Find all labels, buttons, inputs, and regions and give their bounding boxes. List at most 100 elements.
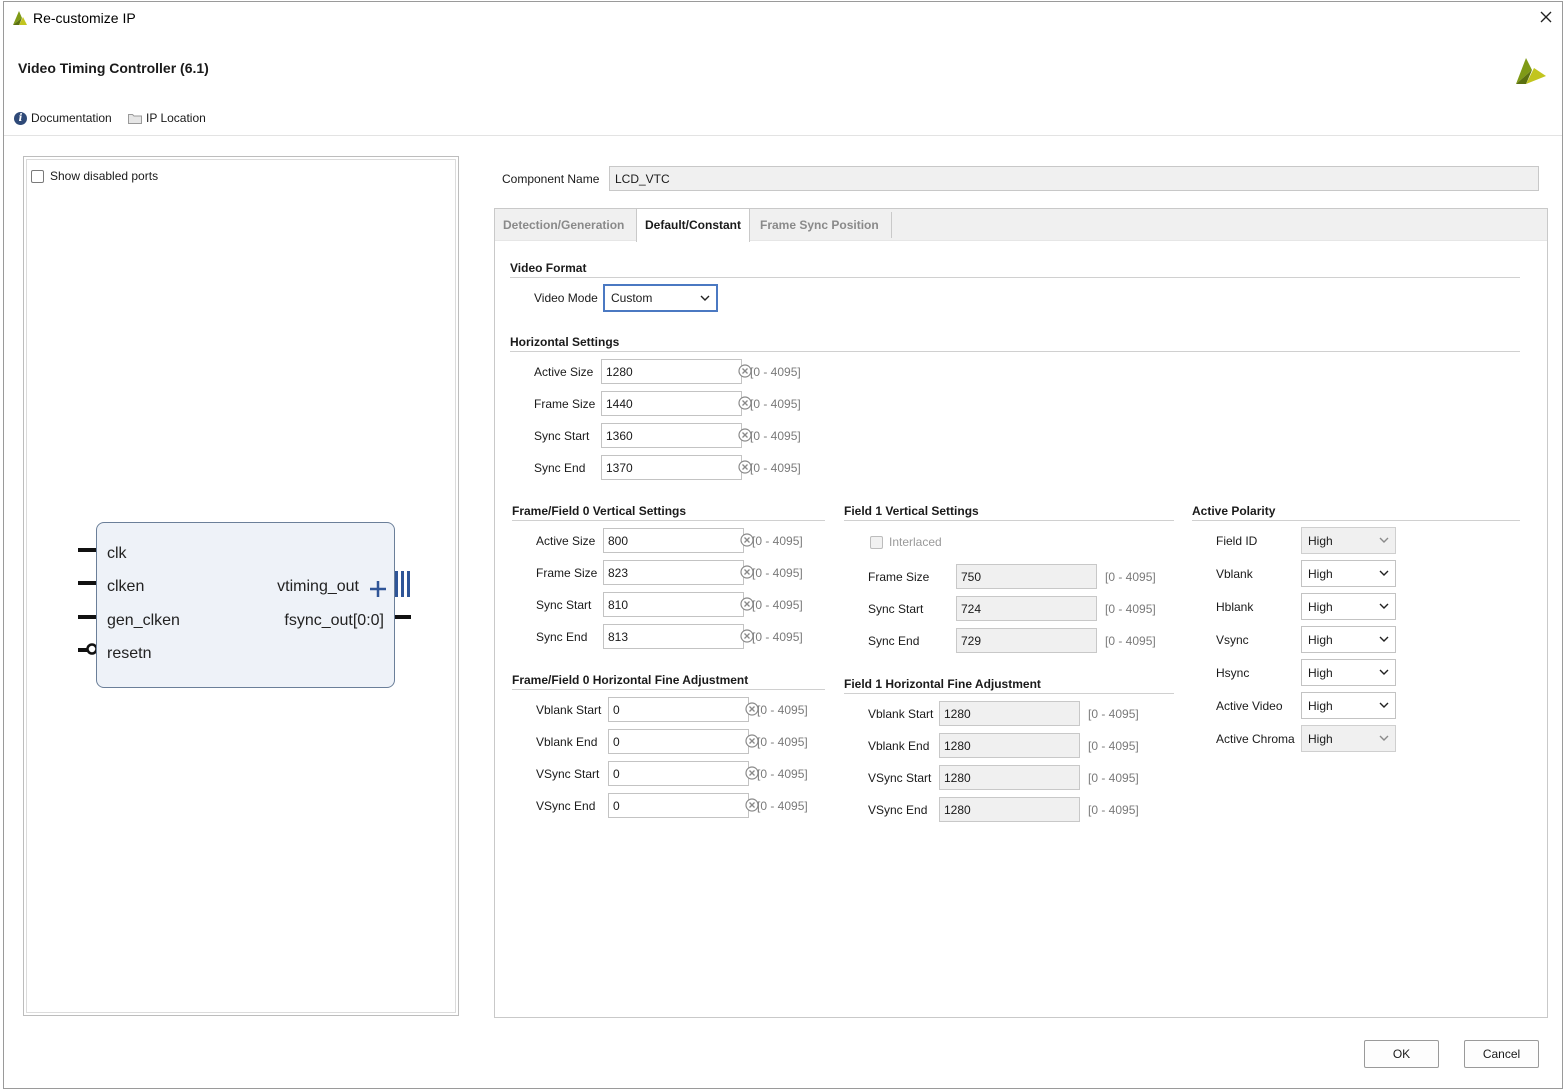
horizontal-row-value: 1370 bbox=[606, 461, 633, 475]
horizontal-row-label: Active Size bbox=[534, 365, 594, 379]
recustomize-ip-dialog: Re-customize IP Video Timing Controller … bbox=[3, 1, 1563, 1089]
gen-clken-port-line bbox=[78, 615, 96, 619]
f1-hfine-row-range: [0 - 4095] bbox=[1088, 707, 1139, 721]
vtiming-bus-icon bbox=[395, 571, 410, 597]
f1-hfine-title: Field 1 Horizontal Fine Adjustment bbox=[844, 677, 1041, 691]
active-polarity-title: Active Polarity bbox=[1192, 504, 1276, 518]
polarity-row-label: Hsync bbox=[1216, 666, 1250, 680]
polarity-select: High bbox=[1301, 527, 1396, 554]
interlaced-checkbox[interactable] bbox=[870, 535, 883, 549]
chevron-down-icon bbox=[1379, 537, 1389, 543]
show-disabled-ports-option[interactable]: Show disabled ports bbox=[31, 169, 158, 183]
horizontal-row-field[interactable]: 1360 bbox=[601, 423, 752, 448]
f1-vertical-row-value: 724 bbox=[961, 602, 982, 616]
port-fsync-out: fsync_out[0:0] bbox=[284, 612, 384, 629]
f0-hfine-row-field[interactable]: 0 bbox=[608, 761, 759, 786]
f1-hfine-row-label: VSync End bbox=[868, 803, 928, 817]
f1-vertical-row-range: [0 - 4095] bbox=[1105, 570, 1156, 584]
show-disabled-ports-label: Show disabled ports bbox=[50, 169, 159, 183]
polarity-select[interactable]: High bbox=[1301, 626, 1396, 653]
expand-bus-plus-icon[interactable] bbox=[368, 579, 388, 599]
horizontal-row-field[interactable]: 1370 bbox=[601, 455, 752, 480]
f0-vertical-row-field[interactable]: 800 bbox=[603, 528, 754, 553]
f1-hfine-row-value: 1280 bbox=[944, 707, 971, 721]
f0-hfine-row-range: [0 - 4095] bbox=[757, 703, 808, 717]
horizontal-row-field[interactable]: 1440 bbox=[601, 391, 752, 416]
tab-detection-generation[interactable]: Detection/Generation bbox=[495, 209, 632, 241]
polarity-value: High bbox=[1308, 699, 1333, 713]
horizontal-row-field[interactable]: 1280 bbox=[601, 359, 752, 384]
video-mode-select[interactable]: Custom bbox=[603, 284, 718, 312]
show-disabled-ports-checkbox[interactable] bbox=[31, 169, 44, 183]
clken-port-line bbox=[78, 581, 96, 585]
f0-vertical-row-field[interactable]: 813 bbox=[603, 624, 754, 649]
polarity-select[interactable]: High bbox=[1301, 593, 1396, 620]
f1-hfine-rule bbox=[844, 693, 1174, 694]
f1-hfine-row-label: Vblank Start bbox=[868, 707, 934, 721]
ip-location-link[interactable]: IP Location bbox=[128, 111, 206, 125]
f0-vertical-row-label: Sync End bbox=[536, 630, 588, 644]
f0-hfine-row-value: 0 bbox=[613, 735, 620, 749]
f0-vertical-row-field[interactable]: 810 bbox=[603, 592, 754, 617]
f1-vertical-row-field: 750 bbox=[956, 564, 1097, 589]
video-format-title: Video Format bbox=[510, 261, 587, 275]
f1-vertical-title: Field 1 Vertical Settings bbox=[844, 504, 979, 518]
ip-title: Video Timing Controller (6.1) bbox=[18, 60, 209, 76]
horizontal-row-label: Sync End bbox=[534, 461, 586, 475]
f0-vertical-row-value: 810 bbox=[608, 598, 629, 612]
f0-vertical-title: Frame/Field 0 Vertical Settings bbox=[512, 504, 687, 518]
f1-vertical-row-label: Sync End bbox=[868, 634, 920, 648]
f1-hfine-row-range: [0 - 4095] bbox=[1088, 803, 1139, 817]
horizontal-row-range: [0 - 4095] bbox=[750, 429, 801, 443]
f1-hfine-row-label: VSync Start bbox=[868, 771, 932, 785]
video-mode-label: Video Mode bbox=[534, 291, 598, 305]
f0-hfine-row-field[interactable]: 0 bbox=[608, 793, 759, 818]
video-mode-value: Custom bbox=[611, 291, 653, 305]
f0-hfine-row-field[interactable]: 0 bbox=[608, 729, 759, 754]
polarity-select[interactable]: High bbox=[1301, 692, 1396, 719]
polarity-row-label: Vsync bbox=[1216, 633, 1249, 647]
component-name-field[interactable]: LCD_VTC bbox=[609, 166, 1539, 191]
ok-button[interactable]: OK bbox=[1364, 1040, 1439, 1068]
documentation-link[interactable]: i Documentation bbox=[14, 111, 112, 125]
vtc-ip-block[interactable]: clk clken gen_clken resetn vtiming_out f… bbox=[96, 522, 395, 688]
f0-vertical-row-value: 800 bbox=[608, 534, 629, 548]
f0-vertical-row-field[interactable]: 823 bbox=[603, 560, 754, 585]
cancel-button[interactable]: Cancel bbox=[1464, 1040, 1539, 1068]
f1-hfine-row-field: 1280 bbox=[939, 765, 1080, 790]
polarity-value: High bbox=[1308, 600, 1333, 614]
f0-vertical-row-value: 823 bbox=[608, 566, 629, 580]
f1-vertical-row-label: Sync Start bbox=[868, 602, 924, 616]
chevron-down-icon bbox=[1379, 603, 1389, 609]
polarity-select[interactable]: High bbox=[1301, 659, 1396, 686]
horizontal-row-value: 1280 bbox=[606, 365, 633, 379]
port-resetn: resetn bbox=[107, 645, 152, 662]
tab-default-constant[interactable]: Default/Constant bbox=[636, 209, 750, 242]
f0-hfine-row-range: [0 - 4095] bbox=[757, 735, 808, 749]
polarity-select[interactable]: High bbox=[1301, 560, 1396, 587]
tab-bar: Detection/Generation Default/Constant Fr… bbox=[495, 209, 1547, 242]
close-icon[interactable] bbox=[1536, 7, 1556, 27]
interlaced-option[interactable]: Interlaced bbox=[870, 535, 942, 549]
f0-hfine-row-range: [0 - 4095] bbox=[757, 799, 808, 813]
horizontal-row-range: [0 - 4095] bbox=[750, 365, 801, 379]
f0-hfine-row-field[interactable]: 0 bbox=[608, 697, 759, 722]
folder-icon bbox=[128, 113, 142, 124]
f0-vertical-row-value: 813 bbox=[608, 630, 629, 644]
ip-symbol-canvas: Show disabled ports clk clken gen_clken … bbox=[26, 159, 456, 1013]
polarity-row-label: Active Chroma bbox=[1216, 732, 1295, 746]
fsync-out-port-line bbox=[395, 615, 411, 619]
ip-location-label: IP Location bbox=[146, 111, 206, 125]
f1-hfine-row-label: Vblank End bbox=[868, 739, 930, 753]
ip-symbol-panel: Show disabled ports clk clken gen_clken … bbox=[23, 156, 459, 1016]
tab-separator bbox=[891, 212, 892, 238]
f0-vertical-row-label: Frame Size bbox=[536, 566, 598, 580]
component-name-label: Component Name bbox=[502, 172, 600, 186]
horizontal-row-value: 1360 bbox=[606, 429, 633, 443]
f0-hfine-row-label: VSync End bbox=[536, 799, 596, 813]
tab-frame-sync-position[interactable]: Frame Sync Position bbox=[752, 209, 887, 241]
horizontal-settings-rule bbox=[510, 351, 1520, 352]
polarity-value: High bbox=[1308, 732, 1333, 746]
f0-hfine-title: Frame/Field 0 Horizontal Fine Adjustment bbox=[512, 673, 749, 687]
polarity-value: High bbox=[1308, 666, 1333, 680]
